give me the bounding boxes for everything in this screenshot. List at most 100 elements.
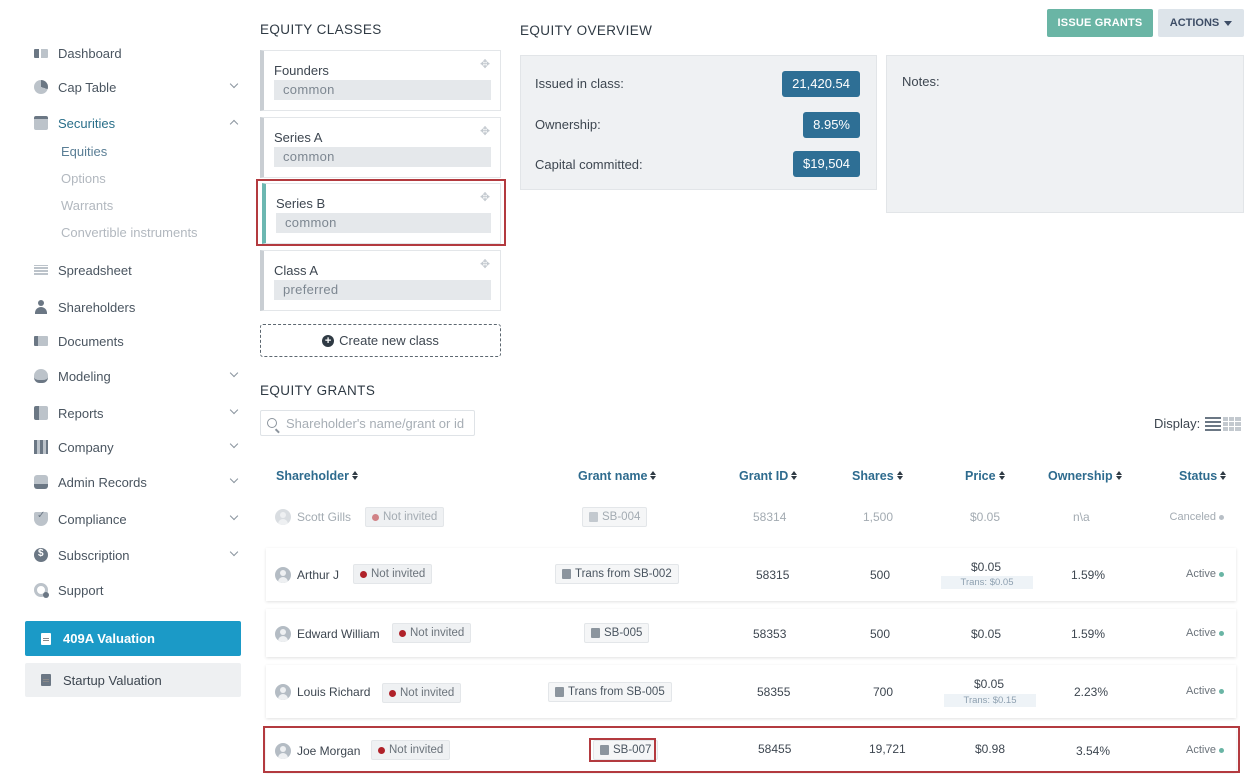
chevron-down-icon bbox=[229, 79, 239, 89]
sidebar-item-spreadsheet[interactable]: Spreadsheet bbox=[34, 260, 242, 280]
shares-value: 500 bbox=[870, 568, 891, 582]
coin-icon bbox=[34, 548, 48, 562]
class-card-series-b[interactable]: Series B common ✥ bbox=[262, 183, 501, 244]
ownership-value: 1.59% bbox=[1071, 568, 1106, 582]
move-icon[interactable]: ✥ bbox=[480, 125, 492, 137]
sidebar-subitem-warrants[interactable]: Warrants bbox=[61, 198, 113, 213]
sidebar-item-shareholders[interactable]: Shareholders bbox=[34, 297, 242, 317]
table-row[interactable]: Scott Gills Not invited SB-004 58314 1,5… bbox=[266, 497, 1236, 538]
column-header-label: Grant ID bbox=[739, 469, 789, 483]
chevron-down-icon bbox=[229, 368, 239, 378]
sidebar-item-documents[interactable]: Documents bbox=[34, 331, 242, 351]
shares-value: 1,500 bbox=[863, 510, 894, 524]
shares-value: 500 bbox=[870, 627, 891, 641]
report-icon bbox=[34, 406, 48, 420]
sidebar-item-reports[interactable]: Reports bbox=[34, 403, 242, 423]
shareholder-name[interactable]: Edward William bbox=[297, 627, 380, 641]
status-badge: Active bbox=[1186, 568, 1224, 580]
move-icon[interactable]: ✥ bbox=[480, 191, 492, 203]
startup-valuation-button[interactable]: Startup Valuation bbox=[25, 663, 241, 697]
grant-name-chip[interactable]: SB-005 bbox=[584, 623, 650, 643]
price-value: $0.98 bbox=[975, 742, 1006, 756]
column-header-shares[interactable]: Shares bbox=[852, 469, 903, 483]
notes-panel[interactable]: Notes: bbox=[886, 55, 1244, 213]
grant-name-chip[interactable]: SB-004 bbox=[582, 507, 648, 527]
caret-down-icon bbox=[1224, 20, 1233, 26]
table-row[interactable]: Louis Richard Not invited Trans from SB-… bbox=[266, 665, 1236, 718]
table-row[interactable]: Edward William Not invited SB-005 58353 … bbox=[266, 609, 1236, 657]
sort-icon bbox=[351, 471, 358, 481]
class-card-series-a[interactable]: Series A common ✥ bbox=[260, 117, 501, 178]
invite-status-badge: Not invited bbox=[382, 683, 462, 703]
grant-name-chip[interactable]: Trans from SB-005 bbox=[548, 682, 672, 702]
chevron-down-icon bbox=[229, 474, 239, 484]
ownership-label: Ownership: bbox=[535, 117, 601, 132]
column-header-ownership[interactable]: Ownership bbox=[1048, 469, 1122, 483]
list-view-icon[interactable] bbox=[1205, 416, 1222, 431]
sidebar-item-label: Subscription bbox=[58, 547, 130, 563]
sidebar-item-securities[interactable]: Securities bbox=[34, 113, 242, 133]
admin-icon bbox=[34, 475, 48, 489]
shareholder-name[interactable]: Louis Richard bbox=[297, 685, 370, 699]
table-row[interactable]: Arthur J Not invited Trans from SB-002 5… bbox=[266, 548, 1236, 601]
class-name: Founders bbox=[274, 63, 329, 78]
avatar bbox=[275, 626, 291, 642]
grant-id: 58455 bbox=[758, 742, 792, 756]
column-header-grant-id[interactable]: Grant ID bbox=[739, 469, 798, 483]
column-header-status[interactable]: Status bbox=[1179, 469, 1227, 483]
equity-grants-title: EQUITY GRANTS bbox=[260, 383, 376, 398]
shield-icon bbox=[34, 510, 48, 526]
column-header-label: Ownership bbox=[1048, 469, 1113, 483]
actions-dropdown[interactable]: ACTIONS bbox=[1158, 9, 1244, 37]
capital-committed-value: $19,504 bbox=[793, 151, 860, 177]
folder-icon bbox=[34, 336, 48, 346]
invite-status-badge: Not invited bbox=[392, 623, 472, 643]
sidebar-subitem-equities[interactable]: Equities bbox=[61, 144, 107, 159]
grant-name-chip[interactable]: SB-007 bbox=[593, 740, 659, 760]
create-new-class-label: Create new class bbox=[339, 333, 439, 348]
class-card-class-a[interactable]: Class A preferred ✥ bbox=[260, 250, 501, 311]
document-icon bbox=[41, 632, 51, 645]
class-name: Series B bbox=[276, 196, 326, 211]
price-value: $0.05 bbox=[970, 510, 1001, 524]
column-header-price[interactable]: Price bbox=[965, 469, 1005, 483]
shareholder-name[interactable]: Scott Gills bbox=[297, 510, 351, 524]
sidebar-subitem-convertible-instruments[interactable]: Convertible instruments bbox=[61, 225, 198, 240]
issue-grants-button[interactable]: ISSUE GRANTS bbox=[1047, 9, 1153, 37]
grant-id: 58314 bbox=[753, 510, 787, 524]
sidebar-item-subscription[interactable]: Subscription bbox=[34, 545, 242, 565]
sidebar-item-support[interactable]: Support bbox=[34, 580, 242, 600]
shares-value: 19,721 bbox=[869, 742, 906, 756]
grant-name-chip[interactable]: Trans from SB-002 bbox=[555, 564, 679, 584]
sidebar-item-company[interactable]: Company bbox=[34, 437, 242, 457]
sidebar-item-modeling[interactable]: Modeling bbox=[34, 366, 242, 386]
actions-label: ACTIONS bbox=[1169, 17, 1220, 29]
display-label: Display: bbox=[1154, 416, 1201, 431]
shareholder-name[interactable]: Joe Morgan bbox=[297, 744, 360, 758]
support-icon bbox=[34, 583, 49, 598]
sidebar-item-cap-table[interactable]: Cap Table bbox=[34, 77, 242, 97]
move-icon[interactable]: ✥ bbox=[480, 58, 492, 70]
table-row[interactable]: Joe Morgan Not invited SB-007 58455 19,7… bbox=[266, 728, 1236, 772]
sidebar-item-admin-records[interactable]: Admin Records bbox=[34, 472, 242, 492]
price-value: $0.05 bbox=[971, 627, 1002, 641]
move-icon[interactable]: ✥ bbox=[480, 258, 492, 270]
avatar bbox=[275, 567, 291, 583]
clipboard-icon bbox=[34, 116, 48, 130]
grant-search-input[interactable] bbox=[286, 415, 466, 431]
shareholder-name[interactable]: Arthur J bbox=[297, 568, 339, 582]
sidebar-item-compliance[interactable]: Compliance bbox=[34, 509, 242, 529]
issued-label: Issued in class: bbox=[535, 76, 624, 91]
column-header-shareholder[interactable]: Shareholder bbox=[276, 469, 358, 483]
sidebar-subitem-options[interactable]: Options bbox=[61, 171, 106, 186]
sidebar-item-label: Documents bbox=[58, 333, 124, 349]
create-new-class-button[interactable]: + Create new class bbox=[260, 324, 501, 357]
startup-valuation-label: Startup Valuation bbox=[63, 672, 162, 688]
grid-view-icon[interactable] bbox=[1223, 416, 1242, 431]
column-header-label: Price bbox=[965, 469, 996, 483]
409a-valuation-button[interactable]: 409A Valuation bbox=[25, 621, 241, 656]
sidebar-item-dashboard[interactable]: Dashboard bbox=[34, 43, 242, 63]
class-card-founders[interactable]: Founders common ✥ bbox=[260, 50, 501, 111]
issued-value: 21,420.54 bbox=[782, 71, 860, 97]
column-header-grant-name[interactable]: Grant name bbox=[578, 469, 657, 483]
